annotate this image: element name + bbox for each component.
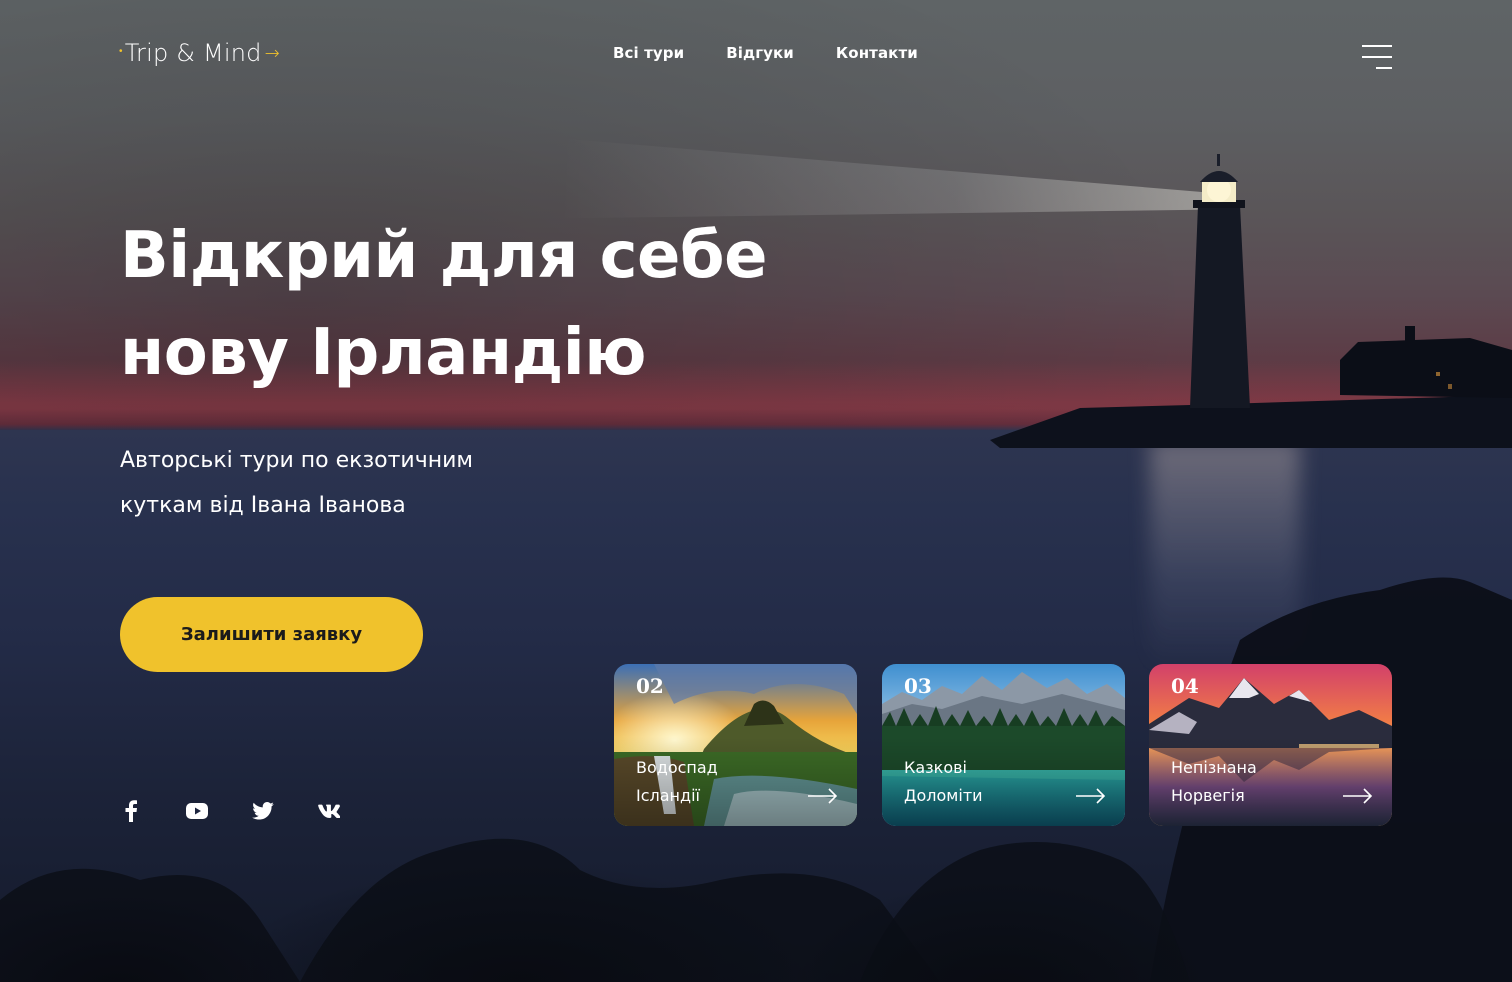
tour-card-norway[interactable]: 04 Непізнана Норвегія — [1149, 664, 1392, 826]
arrow-right-icon[interactable] — [808, 788, 838, 804]
tour-card-iceland[interactable]: 02 Водоспад Ісландії — [614, 664, 857, 826]
hero-title-line-2: нову Ірландію — [120, 316, 646, 390]
hero-subtitle-line-2: куткам від Івана Іванова — [120, 493, 406, 518]
logo-dot-icon: • — [119, 45, 123, 57]
leave-request-button[interactable]: Залишити заявку — [120, 597, 423, 672]
logo-text: Trip & Mind — [124, 39, 262, 67]
youtube-icon[interactable] — [186, 800, 208, 822]
nav-link-all-tours[interactable]: Всі тури — [613, 44, 684, 62]
tour-title: Непізнана Норвегія — [1171, 758, 1257, 805]
twitter-icon[interactable] — [252, 800, 274, 822]
arrow-right-icon[interactable] — [1076, 788, 1106, 804]
tour-card-dolomites[interactable]: 03 Казкові Доломіти — [882, 664, 1125, 826]
tour-number: 02 — [636, 674, 664, 698]
hero-title-line-1: Відкрий для себе — [120, 219, 768, 293]
hero-subtitle: Авторські тури по екзотичним куткам від … — [120, 438, 580, 528]
logo[interactable]: • Trip & Mind → — [119, 38, 280, 68]
tour-title: Водоспад Ісландії — [636, 758, 718, 805]
nav-link-contacts[interactable]: Контакти — [836, 44, 918, 62]
social-links — [120, 800, 340, 822]
main-nav: Всі тури Відгуки Контакти — [613, 44, 918, 62]
tour-title: Казкові Доломіти — [904, 758, 983, 805]
hamburger-menu-icon[interactable] — [1362, 45, 1392, 69]
hero-title: Відкрий для себе нову Ірландію — [120, 208, 820, 402]
tour-number: 03 — [904, 674, 932, 698]
hero-subtitle-line-1: Авторські тури по екзотичним — [120, 448, 474, 473]
arrow-right-icon[interactable] — [1343, 788, 1373, 804]
tour-number: 04 — [1171, 674, 1199, 698]
vk-icon[interactable] — [318, 800, 340, 822]
facebook-icon[interactable] — [120, 800, 142, 822]
nav-link-reviews[interactable]: Відгуки — [726, 44, 794, 62]
logo-arrow-icon: → — [264, 42, 280, 64]
